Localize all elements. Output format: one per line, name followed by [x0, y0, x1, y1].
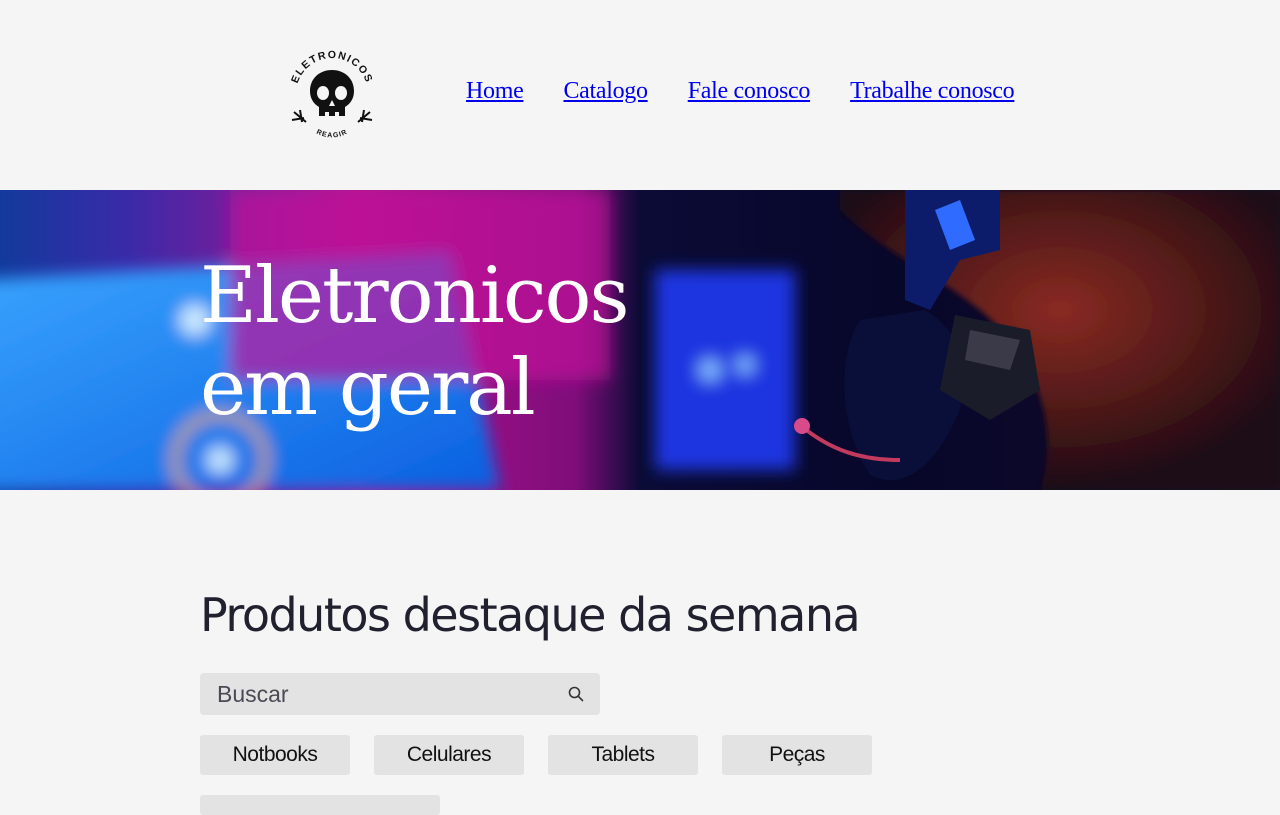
- logo[interactable]: ELETRONICOS REAGIR: [286, 49, 378, 142]
- search-icon[interactable]: [568, 686, 584, 702]
- category-celulares-button[interactable]: Celulares: [374, 735, 524, 775]
- hero-title-line1: Eletronicos: [200, 251, 629, 341]
- category-tablets-button[interactable]: Tablets: [548, 735, 698, 775]
- featured-products: Produtos destaque da semana Notbooks Cel…: [200, 585, 1100, 815]
- hero-title: Eletronicos em geral: [200, 250, 629, 434]
- hero-title-line2: em geral: [200, 343, 536, 433]
- nav-link-home[interactable]: Home: [466, 78, 524, 105]
- featured-title: Produtos destaque da semana: [200, 588, 861, 642]
- hero-banner: Eletronicos em geral: [0, 190, 1280, 490]
- skull-logo-icon: ELETRONICOS REAGIR: [289, 49, 374, 140]
- site-header: ELETRONICOS REAGIR Home Catalogo Fale co…: [0, 0, 1280, 190]
- partial-element-below: [200, 795, 440, 815]
- category-filters: Notbooks Celulares Tablets Peças: [200, 735, 872, 775]
- svg-text:REAGIR: REAGIR: [315, 129, 349, 140]
- category-notbooks-button[interactable]: Notbooks: [200, 735, 350, 775]
- search-box: [200, 673, 600, 715]
- nav-link-catalogo[interactable]: Catalogo: [563, 78, 648, 105]
- search-input[interactable]: [200, 673, 550, 715]
- main-nav: Home Catalogo Fale conosco Trabalhe cono…: [466, 78, 1015, 105]
- logo-bottom-text: REAGIR: [315, 129, 348, 140]
- category-pecas-button[interactable]: Peças: [722, 735, 872, 775]
- nav-link-trabalhe-conosco[interactable]: Trabalhe conosco: [850, 78, 1015, 105]
- hero-background-image: [0, 190, 1280, 490]
- nav-link-fale-conosco[interactable]: Fale conosco: [688, 78, 811, 105]
